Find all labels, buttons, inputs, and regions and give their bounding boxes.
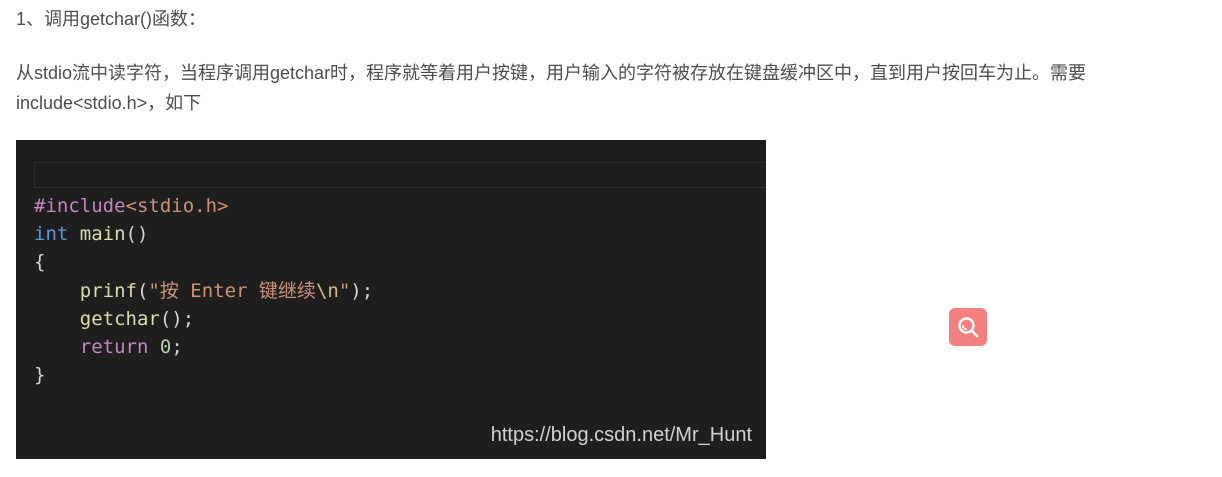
code-block: #include<stdio.h> int main(){ prinf("按 En… [34, 192, 373, 389]
code-line: #include<stdio.h> [34, 192, 373, 220]
code-screenshot: #include<stdio.h> int main(){ prinf("按 En… [16, 140, 766, 459]
code-token: () [125, 223, 149, 246]
code-line: prinf("按 Enter 键继续\n"); [34, 277, 373, 305]
code-line: { [34, 248, 373, 276]
code-token: " [338, 279, 351, 302]
code-token: getchar [79, 307, 160, 330]
code-line: } [34, 361, 373, 389]
code-token: \n [315, 279, 339, 302]
code-token: "按 Enter 键继续 [148, 279, 316, 302]
code-token: <stdio.h> [125, 195, 229, 217]
code-token: } [34, 364, 46, 387]
search-button[interactable] [949, 308, 987, 346]
code-token: (); [159, 307, 195, 330]
code-line: return 0; [34, 333, 373, 361]
code-line: int main() [34, 220, 373, 248]
body-paragraph: 从stdio流中读字符，当程序调用getchar时，程序就等着用户按键，用户输入… [16, 63, 1087, 113]
code-line: getchar(); [34, 305, 373, 333]
code-token: int [34, 223, 69, 246]
code-token: ); [350, 279, 374, 302]
code-token: ; [171, 335, 183, 358]
watermark: https://blog.csdn.net/Mr_Hunt [490, 424, 752, 446]
code-token: prinf [79, 279, 137, 302]
editor-top-bar [34, 162, 766, 188]
code-token: 0 [159, 335, 172, 358]
code-token: { [34, 251, 46, 274]
code-token: ( [136, 279, 149, 302]
code-token: return [79, 335, 149, 358]
code-token: main [79, 223, 126, 246]
code-token: #include [34, 195, 126, 217]
section-heading: 1、调用getchar()函数： [16, 9, 207, 29]
search-icon [958, 317, 979, 338]
